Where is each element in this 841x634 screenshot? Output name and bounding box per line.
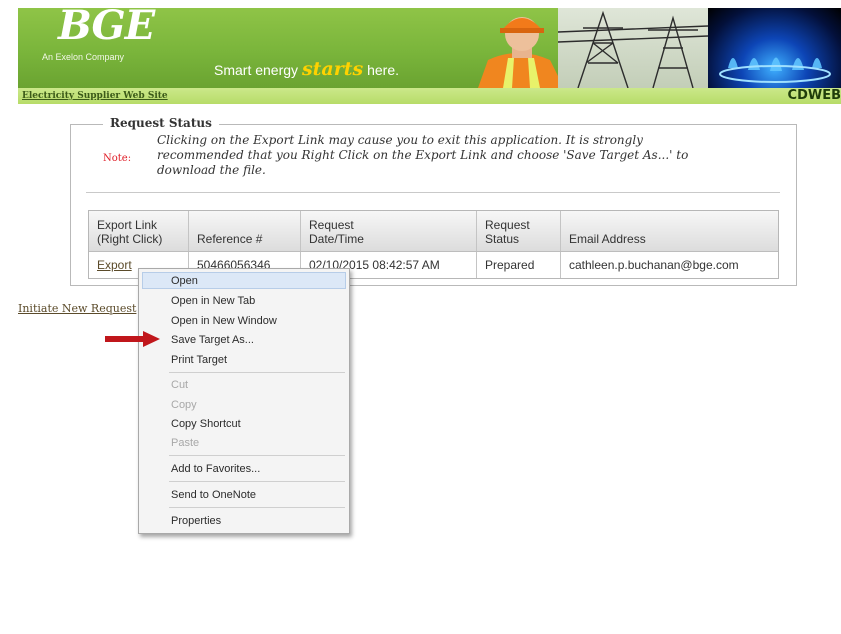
supplier-site-link[interactable]: Electricity Supplier Web Site (22, 91, 168, 101)
header-export-line2: (Right Click) (97, 232, 163, 246)
slogan: Smart energy starts here. (214, 58, 399, 80)
header-datetime-line1: Request (309, 218, 354, 232)
cell-email: cathleen.p.buchanan@bge.com (569, 258, 739, 272)
bge-logo: BGE (58, 8, 155, 49)
header-datetime-line2: Date/Time (309, 232, 364, 246)
red-arrow-icon (105, 331, 160, 347)
header-datetime: Request Date/Time (301, 211, 477, 251)
menu-separator (169, 372, 345, 373)
menu-separator (169, 507, 345, 508)
header-status: Request Status (477, 211, 561, 251)
slogan-starts: starts (301, 58, 364, 80)
menu-item-paste: Paste (171, 437, 200, 449)
request-status-legend: Request Status (103, 116, 219, 130)
export-link[interactable]: Export (97, 258, 132, 272)
header-status-line2: Status (485, 232, 520, 246)
header-export-line1: Export Link (97, 218, 158, 232)
menu-item-save-target-as[interactable]: Save Target As... (171, 334, 254, 346)
gas-flame-image (708, 8, 841, 88)
slogan-prefix: Smart energy (214, 62, 299, 78)
power-towers-image (558, 8, 708, 88)
menu-separator (169, 455, 345, 456)
menu-item-properties[interactable]: Properties (171, 515, 221, 527)
header-status-line1: Request (485, 218, 530, 232)
note-label: Note: (103, 153, 132, 164)
menu-item-open-new-window[interactable]: Open in New Window (171, 315, 277, 327)
header-banner: BGE An Exelon Company Smart energy start… (18, 8, 841, 88)
table-header: Export Link (Right Click) Reference # Re… (89, 211, 778, 251)
menu-separator (169, 481, 345, 482)
context-menu: Open Open in New Tab Open in New Window … (138, 268, 350, 534)
header-export-link: Export Link (Right Click) (89, 211, 189, 251)
menu-item-cut: Cut (171, 379, 189, 391)
slogan-suffix: here. (367, 62, 400, 78)
app-name: CDWEB (787, 88, 841, 103)
sub-nav-bar: Electricity Supplier Web Site CDWEB (18, 88, 841, 104)
menu-item-print-target[interactable]: Print Target (171, 354, 227, 366)
logo-subtitle: An Exelon Company (42, 52, 125, 62)
header-email: Email Address (561, 211, 778, 251)
header-reference-label: Reference # (197, 232, 263, 246)
menu-item-add-to-favorites[interactable]: Add to Favorites... (171, 463, 260, 475)
menu-item-send-to-onenote[interactable]: Send to OneNote (171, 489, 256, 501)
menu-item-open[interactable]: Open (171, 275, 198, 287)
note-text: Clicking on the Export Link may cause yo… (157, 133, 689, 177)
menu-item-open-new-tab[interactable]: Open in New Tab (171, 295, 255, 307)
menu-item-copy: Copy (171, 399, 197, 411)
header-reference: Reference # (189, 211, 301, 251)
menu-item-copy-shortcut[interactable]: Copy Shortcut (171, 418, 241, 430)
divider (86, 192, 780, 193)
header-email-label: Email Address (569, 232, 646, 246)
initiate-new-request-link[interactable]: Initiate New Request (18, 302, 138, 315)
cell-status: Prepared (477, 252, 561, 278)
